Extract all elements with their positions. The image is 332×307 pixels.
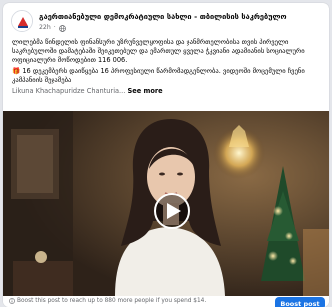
video-player[interactable] <box>3 111 329 296</box>
info-icon <box>9 298 15 304</box>
boost-bar: Boost this post to reach up to 880 more … <box>3 296 329 307</box>
gift-icon: 🎁 <box>12 67 21 75</box>
post-text-second: 16 დეკემბერს დაიწყება 16 პროფესიული წარმ… <box>12 67 305 84</box>
post-body: ლილებმა წინდელის ფინანსური უზრუნველყოფის… <box>12 38 322 98</box>
post-text-highlight: 🎁 16 დეკემბერს დაიწყება 16 პროფესიული წა… <box>12 67 322 85</box>
post-text-paragraph: ლილებმა წინდელის ფინანსური უზრუნველყოფის… <box>12 38 305 64</box>
boost-description: Boost this post to reach up to 880 more … <box>17 298 207 304</box>
play-icon <box>167 203 181 219</box>
post-author: Likuna Khachapuridze Chanturia... <box>12 87 126 95</box>
post-header: გაერთიანებული დემოკრატიული სახლი - თბილი… <box>3 3 329 37</box>
meta-separator: · <box>53 24 56 31</box>
play-button[interactable] <box>154 193 190 229</box>
globe-icon <box>58 24 66 32</box>
page-name[interactable]: გაერთიანებული დემოკრატიული სახლი - თბილი… <box>39 11 309 23</box>
post-time[interactable]: 22h <box>39 23 51 33</box>
post-meta: 22h · <box>39 23 66 33</box>
see-more-link[interactable]: See more <box>127 87 162 95</box>
boost-post-button[interactable]: Boost post <box>275 297 325 307</box>
page-logo <box>12 11 32 31</box>
post-card: გაერთიანებული დემოკრატიული სახლი - თბილი… <box>3 3 329 307</box>
page-avatar[interactable] <box>11 10 33 32</box>
post-author-line: Likuna Khachapuridze Chanturia... See mo… <box>12 87 322 96</box>
